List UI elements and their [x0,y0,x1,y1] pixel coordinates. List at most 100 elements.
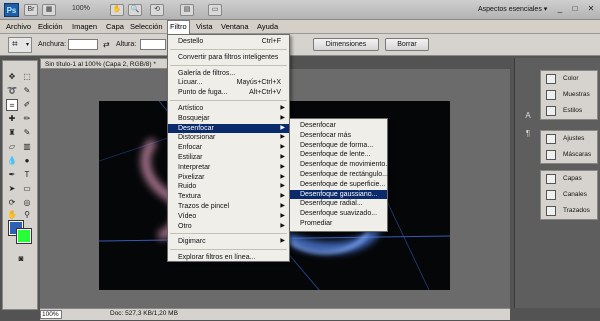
quick-mask-icon[interactable]: ◙ [15,253,27,265]
path-select-icon[interactable]: ➤ [6,183,18,195]
menu-item-otro[interactable]: Otro ▶ [168,222,289,232]
menu-item-trazos-de-pincel[interactable]: Trazos de pincel ▶ [168,202,289,212]
panel-layers[interactable]: Capas [541,171,597,187]
lasso-tool-icon[interactable]: ➰ [6,85,18,97]
type-tool-icon[interactable]: T [21,169,33,181]
menu-capa[interactable]: Capa [104,20,126,34]
menu-ventana[interactable]: Ventana [219,20,251,34]
menu-item-label: Destello [178,38,204,45]
crop-preset-picker[interactable]: ⌗ ▾ [8,37,32,53]
menu-item-galeria[interactable]: Galería de filtros... [168,69,289,79]
status-zoom-field[interactable]: 100% [40,310,62,319]
menu-item-destello[interactable]: Destello Ctrl+F [168,37,289,47]
menu-item-interpretar[interactable]: Interpretar ▶ [168,163,289,173]
zoom-tool-icon[interactable]: ⚲ [21,209,33,221]
submenu-arrow-icon: ▶ [280,153,285,160]
submenu-item-desenfocar-mas[interactable]: Desenfocar más [290,131,387,141]
clone-stamp-icon[interactable]: ♜ [6,127,18,139]
menu-filtro[interactable]: Filtro [167,20,190,34]
menu-item-licuar[interactable]: Licuar... Mayús+Ctrl+X [168,78,289,88]
height-label: Altura: [116,41,137,48]
dodge-tool-icon[interactable]: ● [21,155,33,167]
minimize-button[interactable]: _ [553,3,567,15]
panel-masks[interactable]: Máscaras [541,147,597,163]
menu-item-ruido[interactable]: Ruido ▶ [168,182,289,192]
submenu-item-desenfoque-suavizado[interactable]: Desenfoque suavizado... [290,209,387,219]
rotate-view-icon[interactable]: ⟲ [150,4,164,16]
clear-button[interactable]: Borrar [385,38,429,51]
menu-archivo[interactable]: Archivo [4,20,33,34]
panel-paths[interactable]: Trazados [541,203,597,219]
menu-item-explorar-filtros[interactable]: Explorar filtros en línea... [168,253,289,263]
menu-seleccion[interactable]: Selección [128,20,165,34]
width-input[interactable] [68,39,98,50]
hand-tool-icon[interactable]: ✋ [6,209,18,221]
panel-swatches[interactable]: Muestras [541,87,597,103]
menu-item-artistico[interactable]: Artístico ▶ [168,104,289,114]
panel-styles[interactable]: Estilos [541,103,597,119]
menu-ayuda[interactable]: Ayuda [255,20,280,34]
swap-icon[interactable]: ⇄ [103,40,110,49]
submenu-item-desenfoque-superficie[interactable]: Desenfoque de superficie... [290,180,387,190]
height-input[interactable] [140,39,166,50]
menu-item-digimarc[interactable]: Digimarc ▶ [168,237,289,247]
bridge-icon[interactable]: Br [24,4,38,16]
submenu-item-desenfoque-lente[interactable]: Desenfoque de lente... [290,150,387,160]
submenu-item-desenfocar[interactable]: Desenfocar [290,121,387,131]
background-color-swatch[interactable] [16,228,32,244]
menu-item-punto-de-fuga[interactable]: Punto de fuga... Alt+Ctrl+V [168,88,289,98]
menu-item-distorsionar[interactable]: Distorsionar ▶ [168,133,289,143]
gradient-tool-icon[interactable]: ▥ [21,141,33,153]
brush-tool-icon[interactable]: ✏ [21,113,33,125]
menu-separator [170,249,287,252]
eraser-icon[interactable]: ▱ [6,141,18,153]
crop-tool-icon[interactable]: ⌗ [6,99,18,111]
document-tab[interactable]: Sin título-1 al 100% (Capa 2, RGB/8) * ✕ [40,58,180,69]
menu-edicion[interactable]: Edición [36,20,65,34]
menu-item-textura[interactable]: Textura ▶ [168,192,289,202]
eyedropper-icon[interactable]: ✐ [21,99,33,111]
quick-select-icon[interactable]: ✎ [21,85,33,97]
submenu-item-desenfoque-forma[interactable]: Desenfoque de forma... [290,141,387,151]
dimensions-button[interactable]: Dimensiones [313,38,379,51]
restore-button[interactable]: □ [568,3,582,15]
menu-item-pixelizar[interactable]: Pixelizar ▶ [168,173,289,183]
close-button[interactable]: ✕ [584,3,598,15]
zoom-level[interactable]: 100% [72,5,90,12]
zoom-tool-icon[interactable]: 🔍 [128,4,142,16]
panel-adjustments[interactable]: Ajustes [541,131,597,147]
menu-item-estilizar[interactable]: Estilizar ▶ [168,153,289,163]
arrange-documents-icon[interactable]: ▤ [180,4,194,16]
3d-rotate-icon[interactable]: ⟳ [6,197,18,209]
hand-tool-icon[interactable]: ✋ [110,4,124,16]
submenu-item-desenfoque-radial[interactable]: Desenfoque radial... [290,199,387,209]
menu-vista[interactable]: Vista [194,20,215,34]
blur-tool-icon[interactable]: 💧 [6,155,18,167]
3d-orbit-icon[interactable]: ◎ [21,197,33,209]
menu-item-video[interactable]: Vídeo ▶ [168,212,289,222]
submenu-item-desenfoque-rectangulo[interactable]: Desenfoque de rectángulo... [290,170,388,180]
menu-item-bosquejar[interactable]: Bosquejar ▶ [168,114,289,124]
menu-item-enfocar[interactable]: Enfocar ▶ [168,143,289,153]
workspace-switcher[interactable]: Aspectos esenciales ▾ [478,4,548,16]
marquee-tool-icon[interactable]: ⬚ [21,71,33,83]
menu-item-desenfocar[interactable]: Desenfocar ▶ [168,123,289,134]
history-brush-icon[interactable]: ✎ [21,127,33,139]
mini-bridge-icon[interactable]: ▦ [42,4,56,16]
paragraph-panel-icon[interactable]: ¶ [522,128,534,140]
menu-item-convertir[interactable]: Convertir para filtros inteligentes [168,53,289,63]
panel-channels[interactable]: Canales [541,187,597,203]
screen-mode-icon[interactable]: ▭ [208,4,222,16]
move-tool-icon[interactable]: ✥ [6,71,18,83]
healing-brush-icon[interactable]: ✚ [6,113,18,125]
menu-imagen[interactable]: Imagen [70,20,99,34]
panel-color[interactable]: Color [541,71,597,87]
character-panel-icon[interactable]: A [522,110,534,122]
shape-tool-icon[interactable]: ▭ [21,183,33,195]
submenu-arrow-icon: ▶ [280,114,285,121]
submenu-item-desenfoque-gaussiano[interactable]: Desenfoque gaussiano... [290,189,387,200]
document-size-info[interactable]: Doc: 527,3 KB/1,20 MB [110,310,178,317]
submenu-item-promediar[interactable]: Promediar [290,219,387,229]
pen-tool-icon[interactable]: ✒ [6,169,18,181]
submenu-item-desenfoque-movimiento[interactable]: Desenfoque de movimiento... [290,160,391,170]
